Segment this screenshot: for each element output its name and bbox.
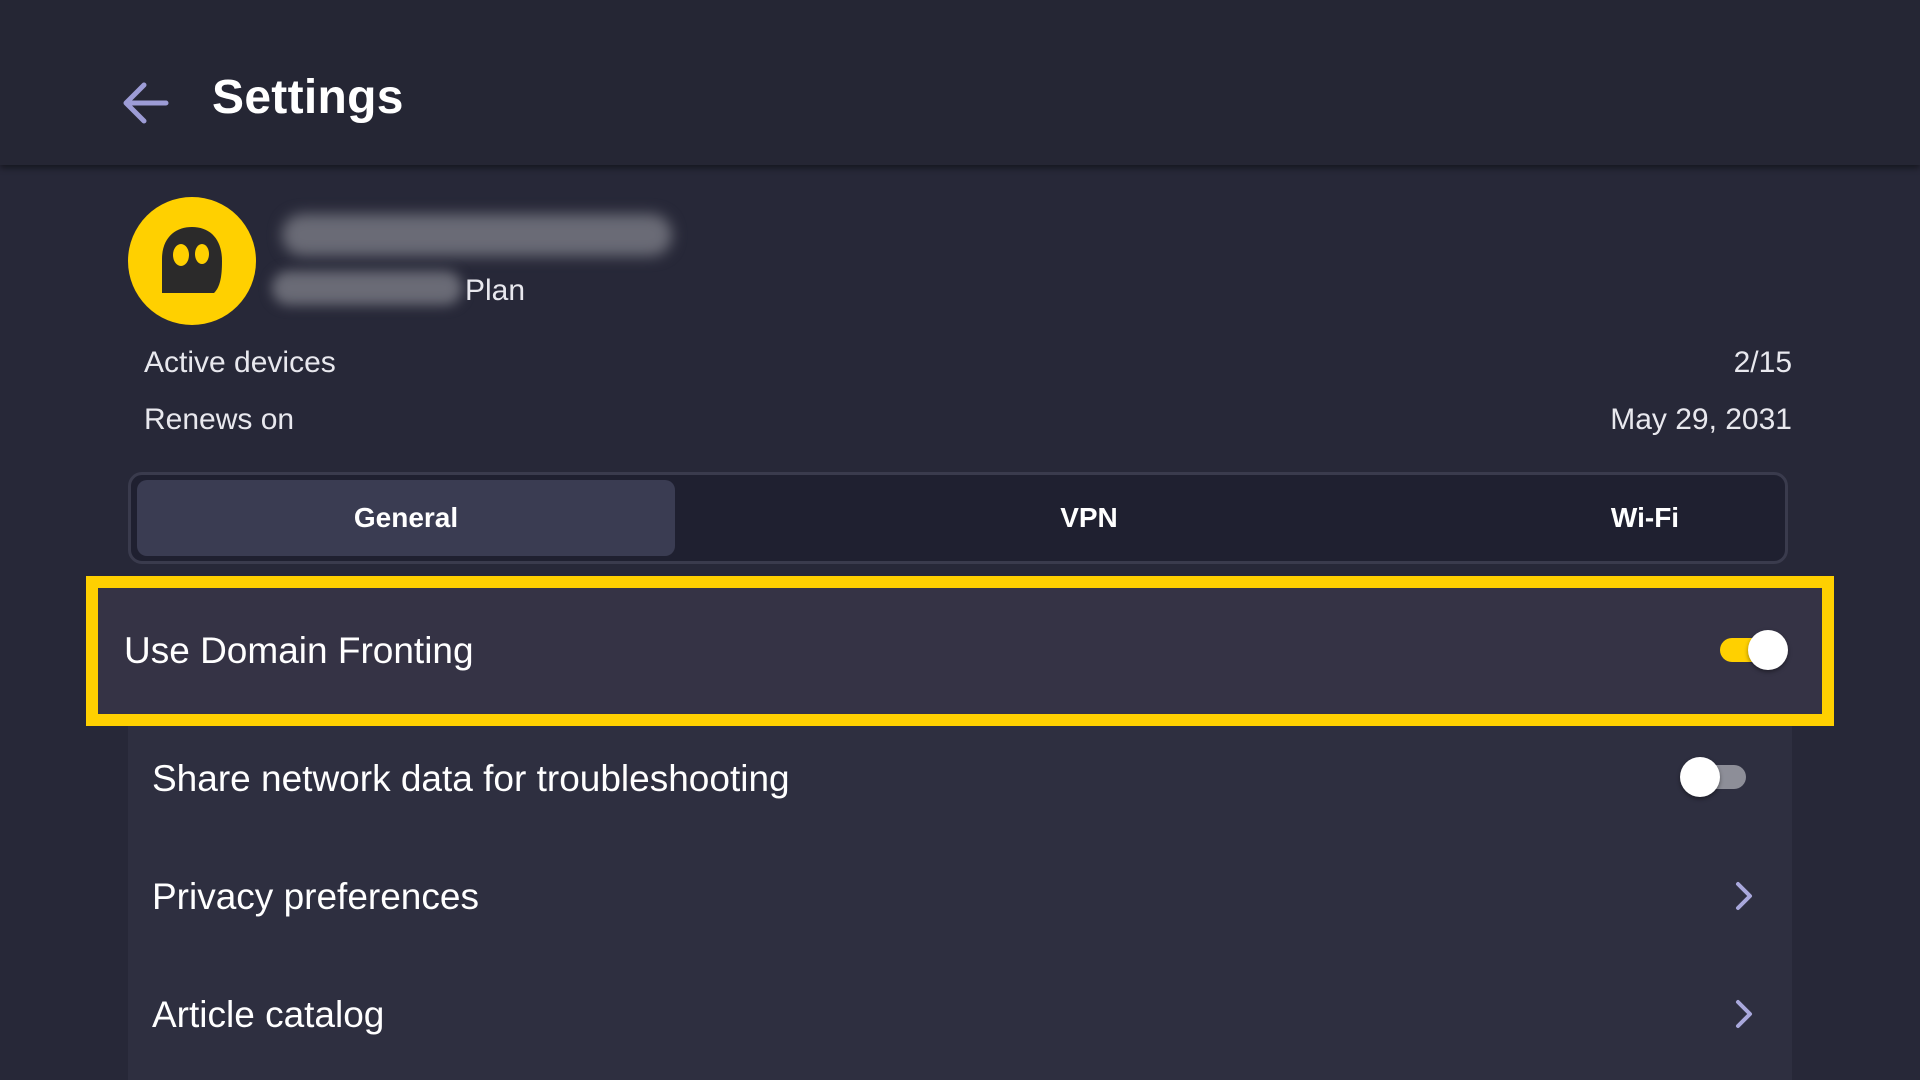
settings-page: Settings Plan Active devices 2/15 Renews…	[0, 0, 1920, 1080]
ghost-logo-icon	[162, 227, 222, 293]
active-devices-label: Active devices	[144, 346, 336, 379]
chevron-right-icon[interactable]	[1730, 996, 1758, 1032]
active-devices-row: Active devices 2/15	[144, 346, 1792, 380]
toggle-knob	[1680, 757, 1720, 797]
app-header: Settings	[0, 0, 1920, 165]
renews-row: Renews on May 29, 2031	[144, 403, 1792, 437]
arrow-left-icon	[123, 82, 169, 124]
active-devices-value: 2/15	[1733, 346, 1792, 379]
settings-tabs: General VPN Wi-Fi	[128, 472, 1788, 564]
avatar	[128, 197, 256, 325]
renews-label: Renews on	[144, 403, 295, 436]
domain-fronting-toggle[interactable]	[1718, 630, 1788, 670]
chevron-right-icon[interactable]	[1730, 878, 1758, 914]
share-network-data-label[interactable]: Share network data for troubleshooting	[152, 758, 790, 800]
tab-vpn[interactable]: VPN	[809, 480, 1369, 556]
toggle-knob	[1748, 630, 1788, 670]
redacted-plan-name	[272, 271, 462, 305]
back-button[interactable]	[118, 78, 174, 128]
renews-value: May 29, 2031	[1610, 403, 1792, 436]
privacy-preferences-item[interactable]: Privacy preferences	[152, 876, 479, 918]
tab-wifi[interactable]: Wi-Fi	[1365, 480, 1920, 556]
article-catalog-item[interactable]: Article catalog	[152, 994, 384, 1036]
page-title: Settings	[212, 71, 404, 124]
tab-general[interactable]: General	[137, 480, 675, 556]
domain-fronting-label: Use Domain Fronting	[124, 630, 474, 671]
plan-label: Plan	[465, 274, 526, 307]
redacted-account-name	[282, 214, 672, 256]
share-network-data-toggle[interactable]	[1680, 757, 1750, 797]
